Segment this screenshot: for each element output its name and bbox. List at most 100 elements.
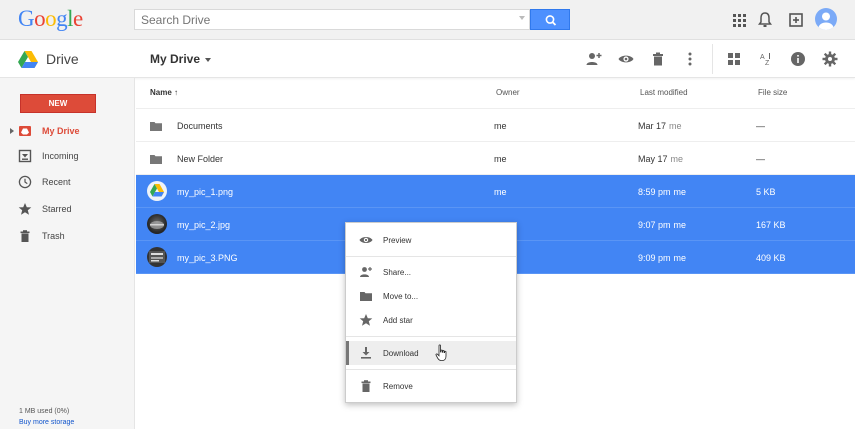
file-size: 409 KB [756, 253, 786, 263]
menu-item-preview[interactable]: Preview [346, 228, 516, 252]
current-folder-menu[interactable]: My Drive [150, 52, 212, 66]
photo-thumbnail-icon [150, 221, 164, 229]
incoming-icon [18, 149, 32, 163]
download-icon [361, 347, 371, 359]
table-row[interactable]: New Folder me May 17 me — [136, 142, 855, 175]
modified-by: me [669, 121, 682, 131]
menu-divider [346, 369, 516, 370]
file-last-modified: 9:09 pm me [638, 253, 686, 263]
logo-letter: o [34, 6, 46, 31]
table-row[interactable]: Documents me Mar 17 me — [136, 109, 855, 142]
modified-date: 8:59 pm [638, 187, 671, 197]
menu-item-download[interactable]: Download [346, 341, 516, 365]
share-plus-icon[interactable] [786, 10, 806, 30]
folder-icon [150, 122, 162, 131]
add-person-icon [360, 267, 372, 277]
settings-gear-icon[interactable] [821, 50, 839, 68]
column-header-owner[interactable]: Owner [496, 88, 520, 97]
search-button[interactable] [530, 9, 570, 30]
menu-item-label: Add star [383, 316, 413, 325]
drive-toolbar: Drive My Drive A Z [0, 40, 855, 78]
drive-app: Google Search Drive Drive My Drive A Z N… [0, 0, 855, 429]
sidebar: NEW My Drive Incoming Recent Starred Tra… [0, 78, 135, 429]
star-icon [18, 203, 32, 215]
file-owner: me [494, 187, 507, 197]
sidebar-item-starred[interactable]: Starred [0, 197, 135, 221]
sidebar-item-trash[interactable]: Trash [0, 224, 135, 248]
menu-item-remove[interactable]: Remove [346, 374, 516, 398]
logo-letter: g [56, 6, 68, 31]
menu-item-add-star[interactable]: Add star [346, 308, 516, 332]
sort-arrow-icon: ↑ [174, 88, 179, 97]
file-last-modified: 8:59 pm me [638, 187, 686, 197]
drive-brand[interactable]: Drive [18, 49, 79, 69]
search-options-dropdown-icon[interactable] [519, 16, 525, 20]
search-icon [545, 15, 557, 26]
menu-divider [346, 256, 516, 257]
star-icon [359, 314, 373, 326]
modified-by: me [670, 154, 684, 164]
table-row-selected[interactable]: my_pic_1.png me 8:59 pm me 5 KB [136, 175, 855, 208]
sidebar-item-my-drive[interactable]: My Drive [0, 119, 135, 143]
context-menu: Preview Share... Move to... Add star Dow… [345, 222, 517, 403]
preview-eye-icon[interactable] [617, 50, 635, 68]
modified-date: Mar 17 [638, 121, 667, 131]
column-header-file-size[interactable]: File size [758, 88, 787, 97]
search-input[interactable] [135, 10, 505, 29]
apps-grid-icon[interactable] [729, 10, 749, 30]
column-header-name-label: Name [150, 88, 172, 97]
sidebar-item-label: Starred [42, 204, 72, 214]
drive-brand-label: Drive [46, 51, 79, 67]
modified-by: me [673, 220, 687, 230]
file-name: Documents [177, 121, 223, 131]
column-header-last-modified[interactable]: Last modified [640, 88, 688, 97]
grid-view-icon[interactable] [725, 50, 743, 68]
menu-item-move-to[interactable]: Move to... [346, 284, 516, 308]
folder-icon [150, 155, 162, 164]
menu-item-label: Move to... [383, 292, 419, 301]
file-owner: me [494, 121, 507, 131]
sort-az-icon[interactable]: A Z [757, 50, 775, 68]
column-header-name[interactable]: Name ↑ [150, 88, 178, 97]
file-thumbnail [147, 214, 167, 234]
trash-icon[interactable] [649, 50, 667, 68]
modified-date: May 17 [638, 154, 668, 164]
menu-item-label: Share... [383, 268, 412, 277]
page-title: My Drive [150, 52, 201, 66]
trash-icon [361, 380, 371, 392]
drive-logo-icon [150, 184, 164, 197]
sidebar-item-label: Incoming [42, 151, 79, 161]
chevron-down-icon [205, 57, 212, 62]
menu-item-label: Download [383, 349, 419, 358]
clock-icon [18, 175, 32, 189]
more-vertical-icon[interactable] [681, 50, 699, 68]
logo-letter: o [45, 6, 57, 31]
modified-date: 9:09 pm [638, 253, 671, 263]
trash-icon [20, 230, 30, 242]
logo-letter: G [18, 6, 35, 31]
buy-more-storage-link[interactable]: Buy more storage [19, 419, 74, 426]
avatar[interactable] [815, 8, 837, 30]
new-button[interactable]: NEW [20, 94, 96, 113]
eye-icon [359, 237, 373, 243]
menu-item-label: Remove [383, 382, 413, 391]
sidebar-item-recent[interactable]: Recent [0, 170, 135, 194]
menu-item-label: Preview [383, 236, 412, 245]
menu-item-share[interactable]: Share... [346, 260, 516, 284]
sidebar-item-label: My Drive [42, 126, 80, 136]
google-logo[interactable]: Google [18, 6, 83, 32]
expand-arrow-icon[interactable] [10, 128, 14, 134]
google-bar: Google [0, 0, 855, 40]
modified-by: me [673, 253, 687, 263]
modified-by: me [673, 187, 687, 197]
storage-usage-text: 1 MB used (0%) [19, 408, 70, 415]
info-icon[interactable] [789, 50, 807, 68]
file-thumbnail [147, 181, 167, 201]
file-name: my_pic_3.PNG [177, 253, 238, 263]
file-owner: me [494, 154, 507, 164]
folder-icon [360, 292, 372, 301]
notifications-bell-icon[interactable] [755, 10, 775, 30]
sidebar-item-incoming[interactable]: Incoming [0, 144, 135, 168]
file-last-modified: May 17 me [638, 154, 683, 164]
add-person-icon[interactable] [585, 50, 603, 68]
